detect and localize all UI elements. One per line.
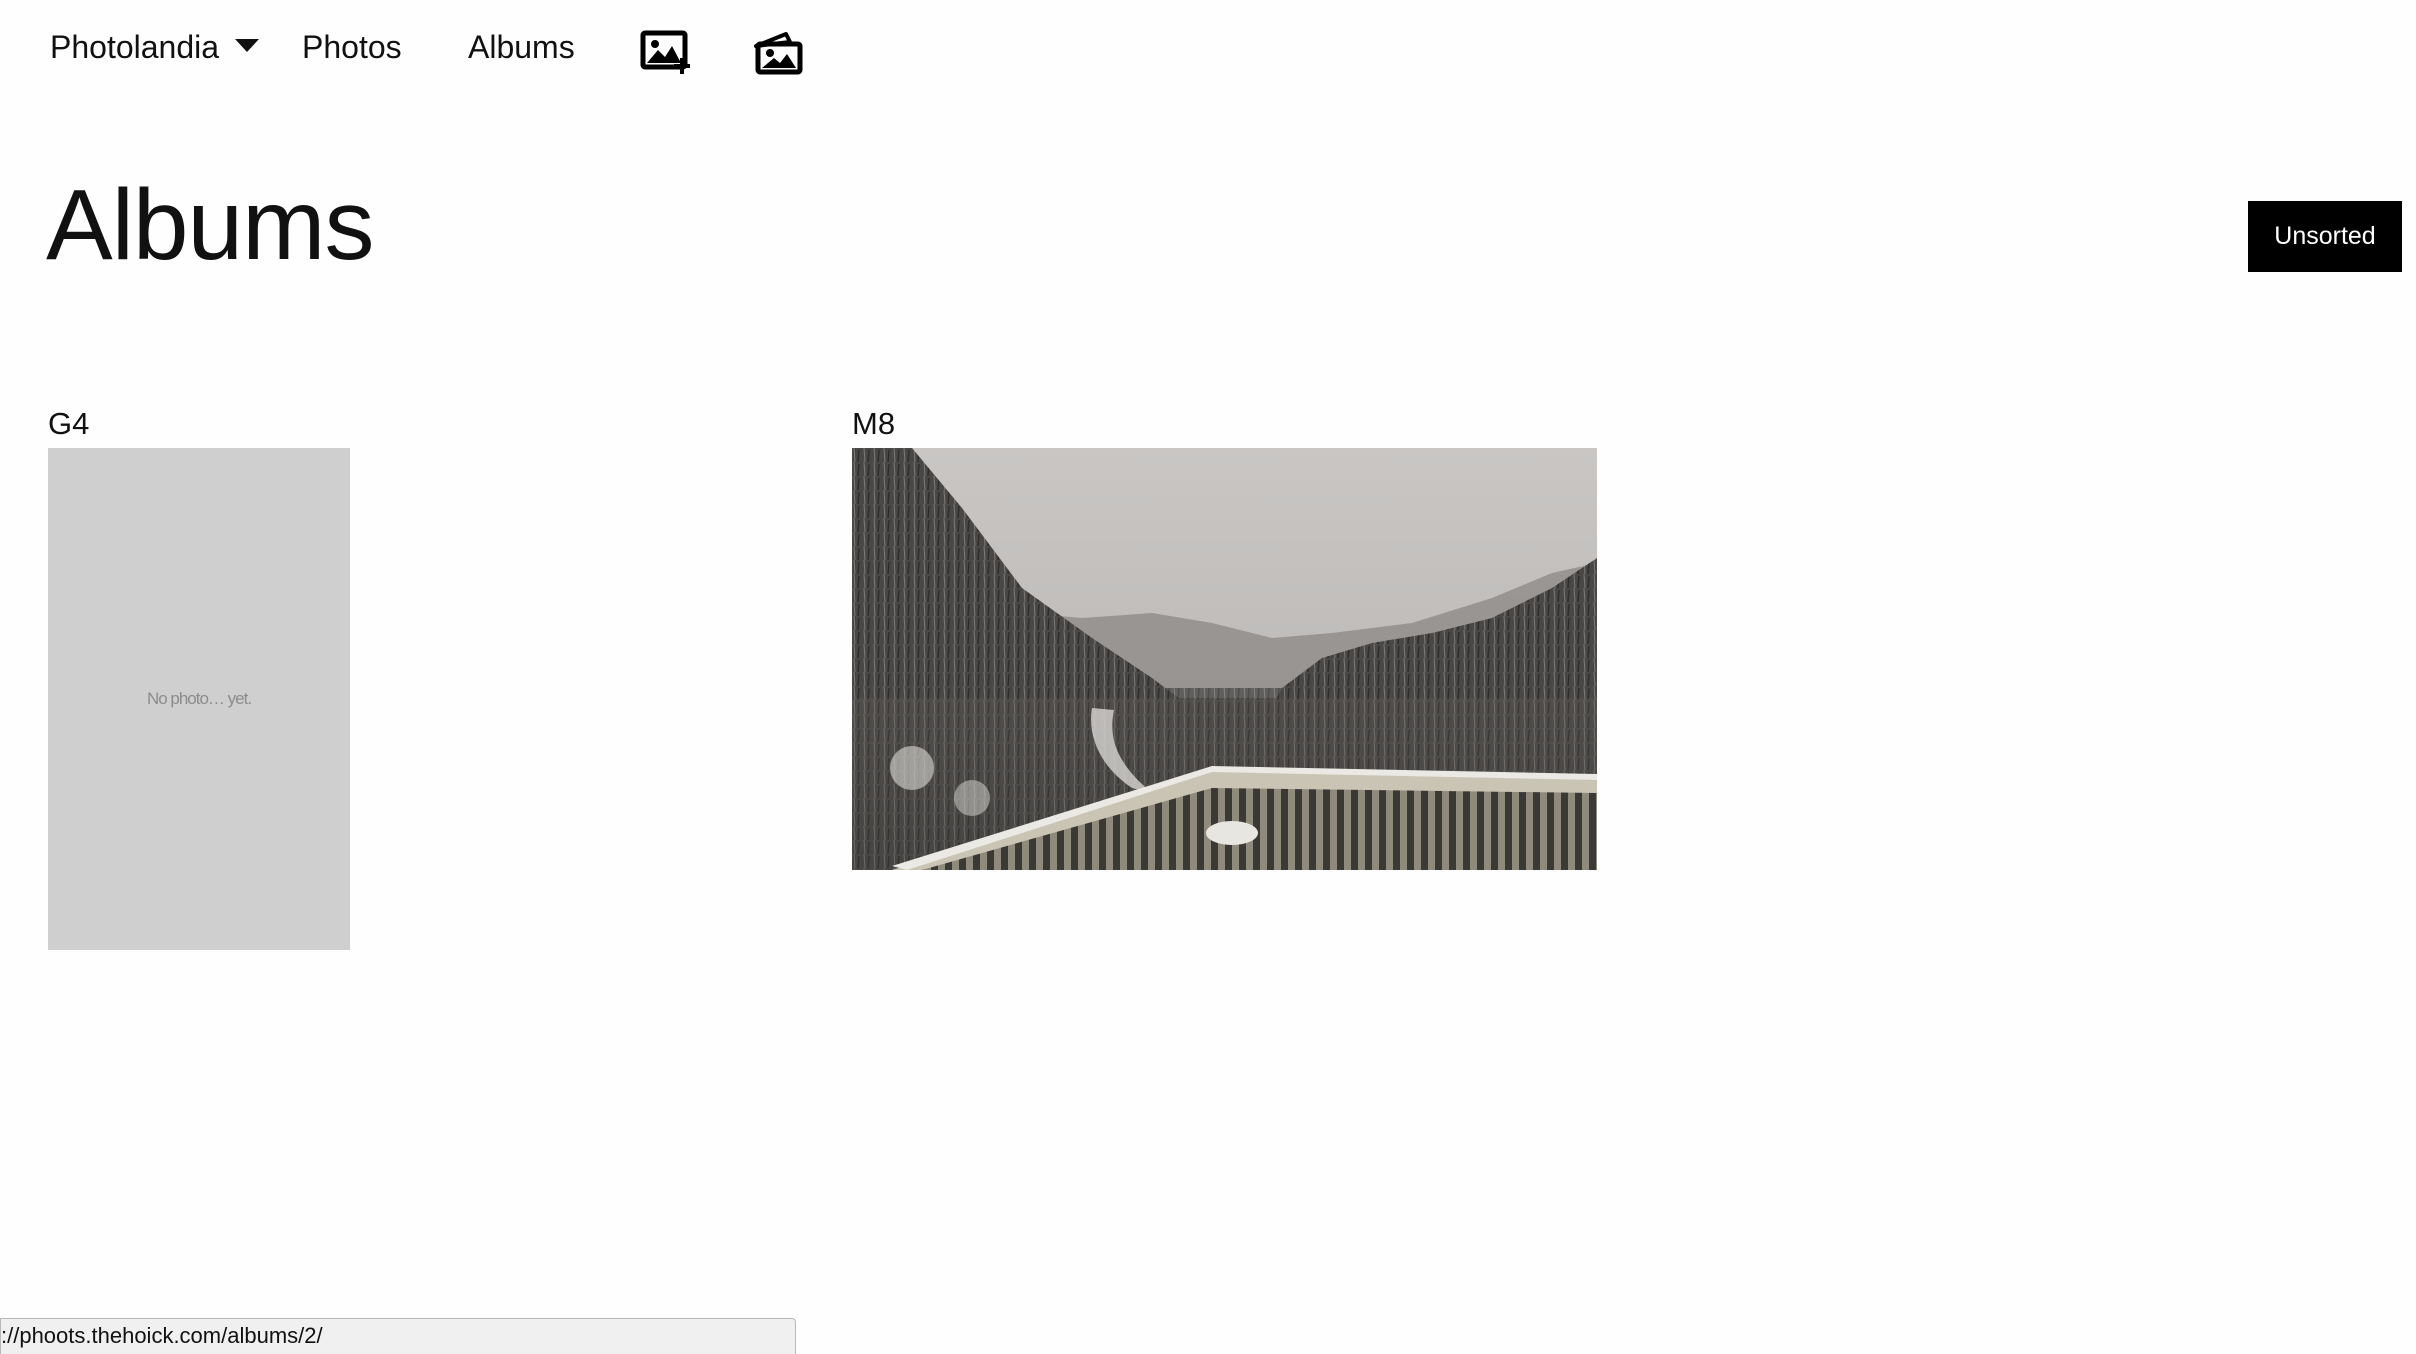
top-nav: Photolandia Photos Albums [0, 0, 2416, 100]
nav-link-photos[interactable]: Photos [302, 22, 402, 72]
album-card-g4[interactable]: G4 No photo… yet. [48, 404, 350, 950]
brand-dropdown[interactable]: Photolandia [50, 22, 260, 72]
brand-label: Photolandia [50, 28, 220, 65]
caret-down-icon [235, 38, 260, 52]
sort-button[interactable]: Unsorted [2248, 201, 2402, 272]
placeholder-text: No photo… yet. [146, 689, 252, 708]
album-cover-photo[interactable] [852, 448, 1597, 870]
photo-album-icon[interactable] [752, 30, 804, 76]
album-card-m8[interactable]: M8 [852, 404, 1597, 870]
album-title[interactable]: M8 [852, 404, 1597, 448]
nav-link-albums[interactable]: Albums [468, 22, 575, 72]
add-photo-icon[interactable] [640, 30, 692, 76]
album-cover-placeholder[interactable]: No photo… yet. [48, 448, 350, 950]
status-bar-url: ://phoots.thehoick.com/albums/2/ [0, 1318, 796, 1354]
album-title[interactable]: G4 [48, 404, 350, 448]
page-title: Albums [46, 169, 374, 281]
